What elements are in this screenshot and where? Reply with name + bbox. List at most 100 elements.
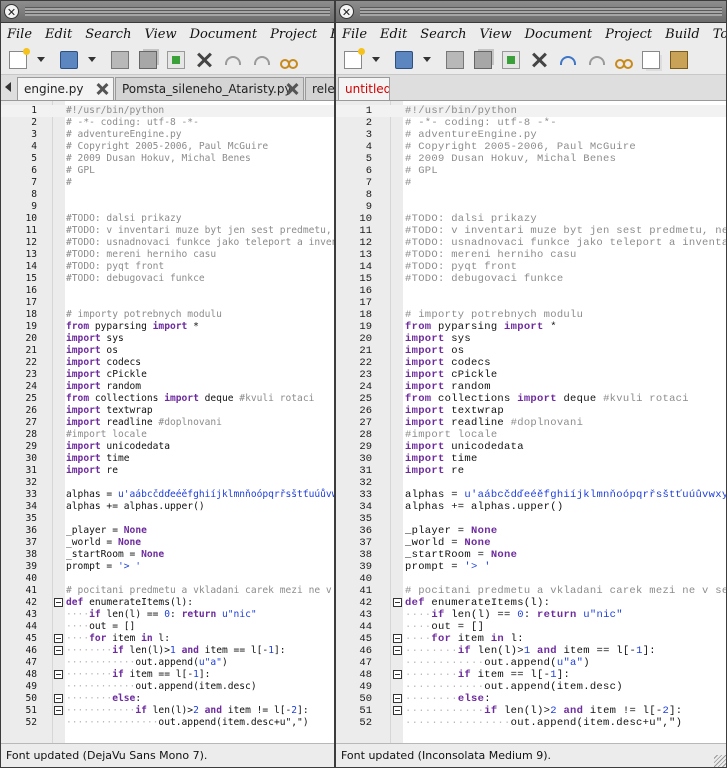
code-line[interactable]: 10 #TODO: dalsi prikazy	[336, 213, 726, 225]
fold-toggle-icon[interactable]	[54, 598, 63, 607]
code-line[interactable]: 17	[336, 297, 726, 309]
new-file-icon[interactable]	[344, 47, 365, 69]
code-line[interactable]: 9	[1, 201, 334, 213]
undo-icon[interactable]	[223, 51, 241, 69]
code-line[interactable]: 40	[1, 573, 334, 585]
menu-build[interactable]: Build	[665, 27, 700, 42]
code-line[interactable]: 14 #TODO: pyqt front	[1, 261, 334, 273]
tab-pomsta-sileneho-ataristy[interactable]: Pomsta_sileneho_Ataristy.py	[115, 77, 304, 100]
code-line[interactable]: 23 import cPickle	[1, 369, 334, 381]
code-line[interactable]: 44 ····out = []	[336, 621, 726, 633]
fold-toggle-icon[interactable]	[54, 706, 63, 715]
code-line[interactable]: 41 # pocitani predmetu a vkladani carek m…	[1, 585, 334, 597]
fold-toggle-icon[interactable]	[54, 670, 63, 679]
code-line[interactable]: 49 ············out.append(item.desc)	[1, 681, 334, 693]
code-line[interactable]: 47 ············out.append(u"a")	[1, 657, 334, 669]
code-line[interactable]: 51 ············if len(l)>2 and item != l[…	[1, 705, 334, 717]
save-all-icon[interactable]	[139, 50, 157, 69]
window-close-icon[interactable]: ✕	[4, 4, 19, 19]
code-line[interactable]: 1 #!/usr/bin/python	[336, 105, 726, 117]
open-file-icon[interactable]	[395, 50, 413, 69]
cut-icon[interactable]	[279, 51, 298, 69]
code-line[interactable]: 32	[336, 477, 726, 489]
code-line[interactable]: 52 ················out.append(item.desc+u…	[1, 717, 334, 729]
fold-toggle-icon[interactable]	[393, 694, 402, 703]
code-line[interactable]: 18 # importy potrebnych modulu	[336, 309, 726, 321]
tab-untitled[interactable]: untitled	[338, 77, 390, 100]
code-line[interactable]: 23 import cPickle	[336, 369, 726, 381]
menu-build[interactable]: Build	[330, 27, 334, 42]
resize-grip-icon[interactable]	[714, 755, 726, 767]
cut-icon[interactable]	[614, 51, 633, 69]
code-line[interactable]: 19 from pyparsing import *	[336, 321, 726, 333]
code-line[interactable]: 34 alphas += alphas.upper()	[1, 501, 334, 513]
code-line[interactable]: 44 ····out = []	[1, 621, 334, 633]
code-editor[interactable]: 1 #!/usr/bin/python 2 # -*- coding: utf-8 -…	[1, 101, 334, 743]
fold-toggle-icon[interactable]	[393, 634, 402, 643]
tab-close-icon[interactable]	[95, 82, 109, 96]
code-line[interactable]: 19 from pyparsing import *	[1, 321, 334, 333]
code-line[interactable]: 37 _world = None	[336, 537, 726, 549]
fold-toggle-icon[interactable]	[54, 634, 63, 643]
fold-toggle-icon[interactable]	[393, 598, 402, 607]
code-line[interactable]: 16	[1, 285, 334, 297]
code-line[interactable]: 43 ····if len(l) == 0: return u"nic"	[1, 609, 334, 621]
new-file-dropdown-icon[interactable]	[37, 55, 46, 64]
code-line[interactable]: 11 #TODO: v inventari muze byt jen sest p…	[1, 225, 334, 237]
code-line[interactable]: 33 alphas = u'aábcčdďeéěfghiíjklmnňoópqrř…	[336, 489, 726, 501]
tab-close-icon[interactable]	[285, 82, 299, 96]
code-line[interactable]: 15 #TODO: debugovaci funkce	[1, 273, 334, 285]
code-line[interactable]: 38 _startRoom = None	[336, 549, 726, 561]
code-line[interactable]: 46 ········if len(l)>1 and item == l[-1]:	[336, 645, 726, 657]
code-line[interactable]: 39 prompt = '> '	[1, 561, 334, 573]
code-line[interactable]: 39 prompt = '> '	[336, 561, 726, 573]
open-recent-dropdown-icon[interactable]	[423, 55, 432, 64]
code-line[interactable]: 20 import sys	[1, 333, 334, 345]
code-line[interactable]: 17	[1, 297, 334, 309]
code-line[interactable]: 2 # -*- coding: utf-8 -*-	[336, 117, 726, 129]
code-line[interactable]: 7 #	[1, 177, 334, 189]
code-line[interactable]: 8	[1, 189, 334, 201]
code-line[interactable]: 36 _player = None	[1, 525, 334, 537]
menu-view[interactable]: View	[479, 27, 511, 42]
code-line[interactable]: 15 #TODO: debugovaci funkce	[336, 273, 726, 285]
menu-project[interactable]: Project	[605, 27, 652, 42]
code-line[interactable]: 13 #TODO: mereni herniho casu	[1, 249, 334, 261]
code-line[interactable]: 46 ········if len(l)>1 and item == l[-1]:	[1, 645, 334, 657]
code-line[interactable]: 4 # Copyright 2005-2006, Paul McGuire	[1, 141, 334, 153]
code-line[interactable]: 27 import readline #doplnovani	[1, 417, 334, 429]
menu-file[interactable]: File	[342, 27, 367, 42]
code-line[interactable]: 24 import random	[1, 381, 334, 393]
code-line[interactable]: 45 ····for item in l:	[336, 633, 726, 645]
tab-release[interactable]: release	[305, 77, 334, 100]
code-line[interactable]: 35	[336, 513, 726, 525]
code-line[interactable]: 48 ········if item == l[-1]:	[1, 669, 334, 681]
code-line[interactable]: 45 ····for item in l:	[1, 633, 334, 645]
code-line[interactable]: 50 ········else:	[336, 693, 726, 705]
code-line[interactable]: 16	[336, 285, 726, 297]
tab-engine-py[interactable]: engine.py	[17, 77, 114, 100]
code-line[interactable]: 25 from collections import deque #kvuli r…	[1, 393, 334, 405]
code-line[interactable]: 25 from collections import deque #kvuli r…	[336, 393, 726, 405]
code-line[interactable]: 37 _world = None	[1, 537, 334, 549]
redo-icon[interactable]	[586, 51, 605, 69]
reload-icon[interactable]	[167, 50, 185, 69]
code-line[interactable]: 42 def enumerateItems(l):	[336, 597, 726, 609]
fold-toggle-icon[interactable]	[54, 646, 63, 655]
open-file-icon[interactable]	[60, 50, 78, 69]
code-line[interactable]: 27 import readline #doplnovani	[336, 417, 726, 429]
code-line[interactable]: 35	[1, 513, 334, 525]
code-line[interactable]: 2 # -*- coding: utf-8 -*-	[1, 117, 334, 129]
code-editor[interactable]: 1 #!/usr/bin/python 2 # -*- coding: utf-8 -…	[336, 101, 726, 743]
code-line[interactable]: 40	[336, 573, 726, 585]
code-line[interactable]: 6 # GPL	[336, 165, 726, 177]
right-titlebar[interactable]: ✕	[336, 1, 726, 23]
code-line[interactable]: 5 # 2009 Dusan Hokuv, Michal Benes	[336, 153, 726, 165]
fold-toggle-icon[interactable]	[393, 670, 402, 679]
menu-edit[interactable]: Edit	[45, 27, 72, 42]
code-line[interactable]: 31 import re	[336, 465, 726, 477]
code-line[interactable]: 20 import sys	[336, 333, 726, 345]
code-line[interactable]: 31 import re	[1, 465, 334, 477]
copy-icon[interactable]	[642, 50, 660, 69]
code-line[interactable]: 22 import codecs	[336, 357, 726, 369]
